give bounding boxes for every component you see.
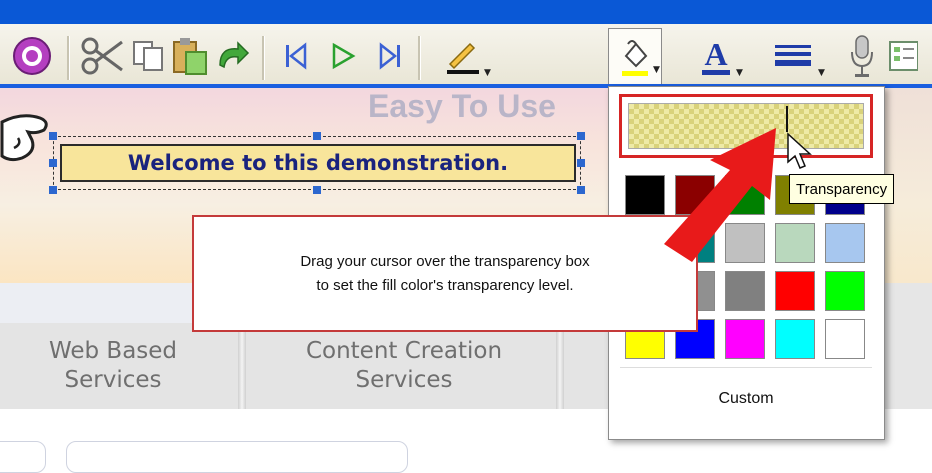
paste-icon[interactable] [170,32,210,80]
nav-item-label: Web Based [48,338,178,365]
custom-color-button[interactable]: Custom [620,367,872,430]
resize-handle[interactable] [313,186,321,194]
last-frame-icon[interactable] [372,32,408,80]
nav-divider [238,323,246,409]
nav-item-web-based-services[interactable]: Web Based Services [0,323,226,409]
fill-color-icon[interactable]: ▼ [608,28,662,84]
color-swatch[interactable] [825,223,865,263]
resize-handle[interactable] [49,159,57,167]
callout-line: Drag your cursor over the transparency b… [300,253,590,271]
transparency-slider[interactable] [628,103,864,149]
color-swatch[interactable] [725,223,765,263]
transparency-tooltip: Transparency [789,174,895,204]
cut-icon[interactable] [80,32,124,80]
bottom-tab[interactable] [66,441,408,473]
toolbar-separator [262,36,265,80]
audio-icon[interactable] [842,32,882,80]
resize-handle[interactable] [49,132,57,140]
banner-slogan: Easy To Use [368,88,556,124]
eraser-icon[interactable] [4,32,60,80]
first-frame-icon[interactable] [278,32,314,80]
color-swatch[interactable] [775,319,815,359]
chevron-down-icon[interactable]: ▼ [653,65,660,75]
color-swatch[interactable] [825,319,865,359]
nav-item-content-creation-services[interactable]: Content Creation Services [254,323,554,409]
color-swatch[interactable] [825,271,865,311]
color-swatch[interactable] [725,271,765,311]
resize-handle[interactable] [577,132,585,140]
instruction-callout: Drag your cursor over the transparency b… [192,215,698,332]
callout-line: to set the fill color's transparency lev… [316,276,574,294]
svg-text:A: A [704,36,727,72]
transparency-box[interactable] [619,94,873,158]
content-strip-right [878,283,932,409]
resize-handle[interactable] [49,186,57,194]
line-color-icon[interactable]: ▼ [432,32,494,80]
font-color-icon[interactable]: A ▼ [686,32,746,80]
color-swatch[interactable] [725,319,765,359]
toolbar: ▼ ▼ A ▼ ▼ [0,24,932,88]
line-style-icon[interactable]: ▼ [758,32,832,80]
color-swatch[interactable] [775,271,815,311]
bottom-tab[interactable] [0,441,46,473]
nav-row: Web Based Services Content Creation Serv… [0,323,610,409]
resize-handle[interactable] [577,159,585,167]
pointing-hand-icon [0,108,52,172]
color-swatch[interactable] [675,175,715,215]
nav-divider [556,323,564,409]
window-title-bar [0,0,932,24]
toolbar-separator [418,36,421,80]
color-swatch[interactable] [625,175,665,215]
welcome-caption[interactable]: Welcome to this demonstration. [60,144,576,182]
resize-handle[interactable] [577,186,585,194]
resize-handle[interactable] [313,132,321,140]
copy-icon[interactable] [128,32,168,80]
undo-icon[interactable] [212,32,252,80]
toolbar-separator [67,36,70,80]
properties-icon[interactable] [888,32,932,80]
chevron-down-icon[interactable]: ▼ [484,68,491,78]
nav-item-label: Content Creation [305,338,503,365]
chevron-down-icon[interactable]: ▼ [736,68,743,78]
nav-item-label: Services [355,367,453,393]
nav-item-label: Services [64,367,162,393]
color-swatch[interactable] [725,175,765,215]
chevron-down-icon[interactable]: ▼ [818,68,825,78]
play-icon[interactable] [325,32,361,80]
color-swatch[interactable] [775,223,815,263]
